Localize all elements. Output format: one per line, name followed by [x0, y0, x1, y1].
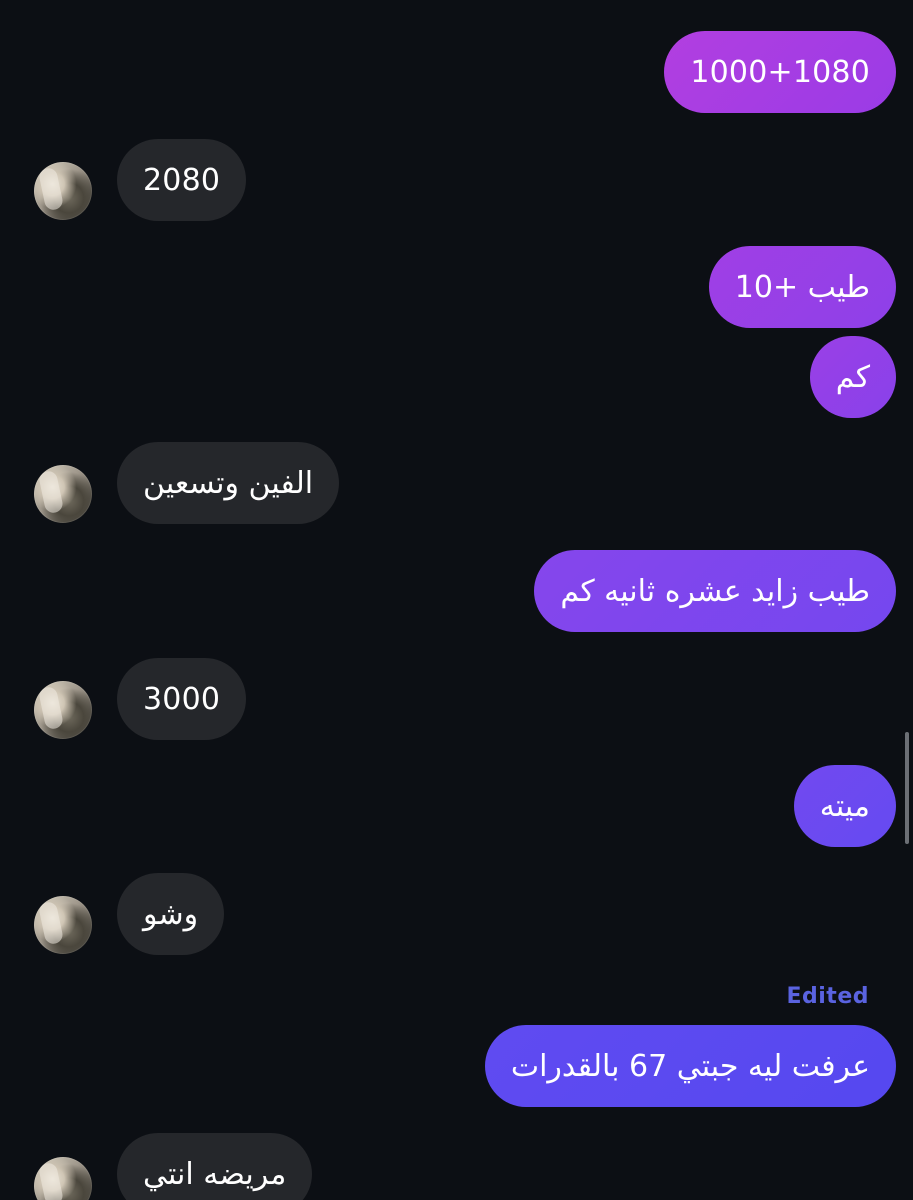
message-bubble-incoming[interactable]: 3000: [117, 658, 247, 740]
message-bubble-outgoing[interactable]: ميته: [793, 765, 896, 847]
message-bubble-outgoing[interactable]: عرفت ليه جبتي 67 بالقدرات: [484, 1025, 896, 1107]
contact-avatar[interactable]: [34, 465, 92, 523]
scrollbar[interactable]: [905, 732, 909, 844]
message-bubble-incoming[interactable]: وشو: [117, 873, 225, 955]
message-bubble-outgoing[interactable]: طيب زايد عشره ثانيه كم: [534, 550, 896, 632]
message-bubble-incoming[interactable]: مريضه انتي: [117, 1133, 313, 1200]
message-bubble-outgoing[interactable]: طيب +10: [708, 246, 896, 328]
message-bubble-incoming[interactable]: الفين وتسعين: [117, 442, 340, 524]
contact-avatar[interactable]: [34, 681, 92, 739]
message-bubble-outgoing[interactable]: 1000+1080: [664, 31, 896, 113]
edited-label: Edited: [786, 984, 869, 1009]
chat-thread[interactable]: 1000+1080 2080 طيب +10 كم الفين وتسعين ط…: [0, 0, 913, 1200]
message-bubble-incoming[interactable]: 2080: [117, 139, 247, 221]
message-bubble-outgoing[interactable]: كم: [809, 336, 896, 418]
contact-avatar[interactable]: [34, 162, 92, 220]
contact-avatar[interactable]: [34, 896, 92, 954]
contact-avatar[interactable]: [34, 1157, 92, 1200]
